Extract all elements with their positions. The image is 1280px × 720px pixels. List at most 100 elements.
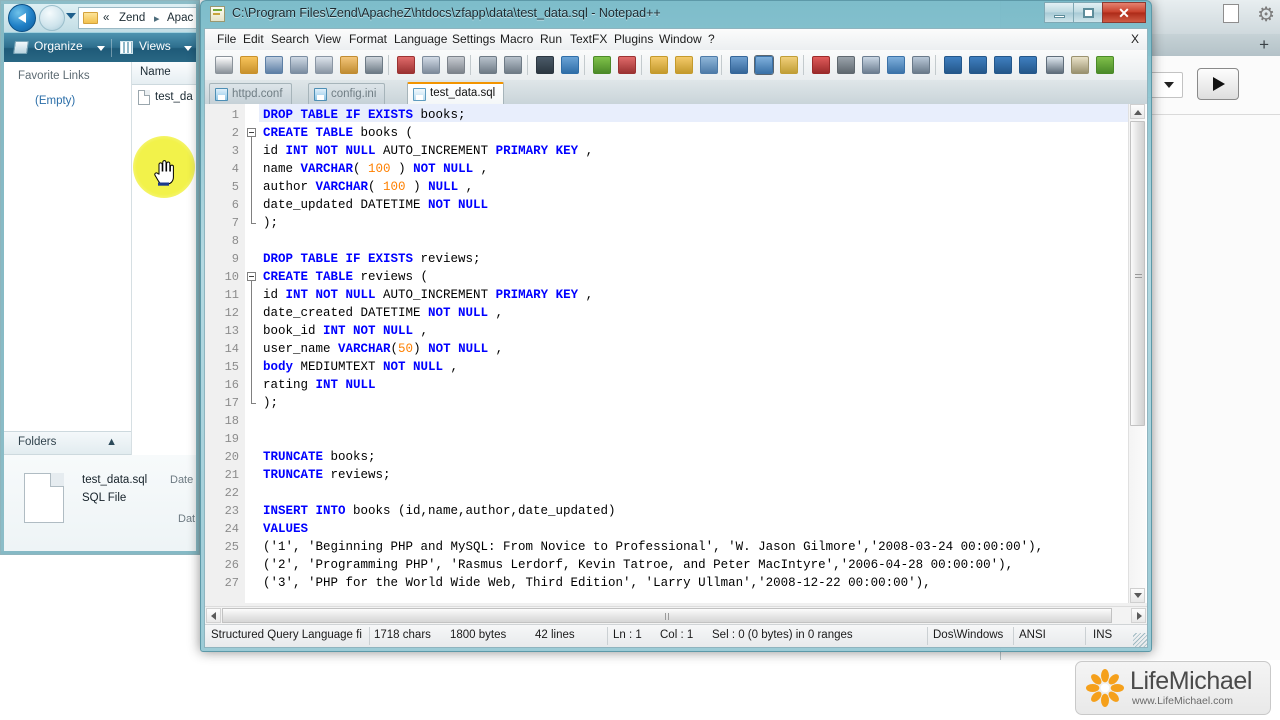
horizontal-scrollbar-thumb[interactable] — [222, 608, 1112, 623]
code-line[interactable]: CREATE TABLE reviews ( — [263, 268, 428, 286]
zoom-in-icon[interactable] — [593, 56, 611, 74]
undo-icon[interactable] — [479, 56, 497, 74]
address-bar[interactable]: « Zend ▸ Apac — [78, 7, 196, 29]
code-line[interactable]: date_updated DATETIME NOT NULL — [263, 196, 488, 214]
fold-collapse-icon[interactable] — [247, 128, 256, 137]
close-file-icon[interactable] — [315, 56, 333, 74]
code-line[interactable]: ('2', 'Programming PHP', 'Rasmus Lerdorf… — [263, 556, 1013, 574]
menubar[interactable]: File Edit Search View Format Language Settings… — [205, 29, 1147, 51]
code-line[interactable]: name VARCHAR( 100 ) NOT NULL , — [263, 160, 488, 178]
sync-horizontal-icon[interactable] — [675, 56, 693, 74]
chevron-up-icon[interactable]: ▲ — [106, 436, 117, 448]
new-tab-button[interactable]: + — [1259, 36, 1269, 54]
collapse-all-icon[interactable] — [944, 56, 962, 74]
code-line[interactable]: DROP TABLE IF EXISTS reviews; — [263, 250, 481, 268]
code-line[interactable]: rating INT NULL — [263, 376, 376, 394]
menu-item-language[interactable]: Language — [390, 32, 451, 46]
views-button[interactable]: Views — [139, 39, 171, 53]
gear-icon[interactable]: ⚙ — [1257, 2, 1275, 27]
horizontal-scrollbar[interactable] — [205, 606, 1147, 625]
menu-item-settings[interactable]: Settings — [448, 32, 499, 46]
notepad-plus-plus-window[interactable]: C:\Program Files\Zend\ApacheZ\htdocs\zfa… — [200, 0, 1152, 652]
scroll-right-button[interactable] — [1131, 608, 1146, 623]
zoom-out-icon[interactable] — [618, 56, 636, 74]
menu-item-run[interactable]: Run — [536, 32, 566, 46]
column-header-name[interactable]: Name — [140, 66, 171, 78]
record-macro-icon[interactable] — [812, 56, 830, 74]
vertical-scrollbar[interactable] — [1128, 104, 1146, 603]
scroll-left-button[interactable] — [206, 608, 221, 623]
code-line[interactable]: ); — [263, 214, 278, 232]
scroll-down-button[interactable] — [1130, 588, 1145, 603]
breadcrumb-zend[interactable]: Zend — [119, 12, 145, 24]
code-line[interactable]: book_id INT NOT NULL , — [263, 322, 428, 340]
minimize-button[interactable] — [1044, 2, 1073, 23]
play-button[interactable] — [1197, 68, 1239, 100]
window-resize-grip[interactable] — [1133, 633, 1147, 647]
maximize-button[interactable] — [1073, 2, 1102, 23]
code-line[interactable]: INSERT INTO books (id,name,author,date_u… — [263, 502, 616, 520]
windows-explorer-window[interactable]: « Zend ▸ Apac Organize Views Favorite Li… — [0, 0, 200, 555]
play-multiple-macro-icon[interactable] — [887, 56, 905, 74]
replace-icon[interactable] — [561, 56, 579, 74]
indent-guide-icon[interactable] — [755, 56, 773, 74]
organize-chevron-down-icon[interactable] — [97, 46, 105, 51]
redo-icon[interactable] — [504, 56, 522, 74]
menu-item-window[interactable]: Window — [655, 32, 706, 46]
menu-item-view[interactable]: View — [311, 32, 345, 46]
menu-item-macro[interactable]: Macro — [496, 32, 537, 46]
window-controls[interactable]: ✕ — [1044, 2, 1146, 23]
recent-pages-chevron-down-icon[interactable] — [66, 13, 76, 19]
collapse-level-icon[interactable] — [969, 56, 987, 74]
tab-test-data-sql[interactable]: test_data.sql — [407, 82, 505, 104]
save-all-icon[interactable] — [290, 56, 308, 74]
fold-collapse-icon[interactable] — [247, 272, 256, 281]
explorer-toolbar[interactable]: Organize Views — [4, 32, 196, 63]
code-line[interactable]: CREATE TABLE books ( — [263, 124, 413, 142]
save-icon[interactable] — [265, 56, 283, 74]
open-file-icon[interactable] — [240, 56, 258, 74]
forward-button[interactable] — [39, 5, 65, 31]
code-line[interactable]: VALUES — [263, 520, 308, 538]
code-line[interactable]: date_created DATETIME NOT NULL , — [263, 304, 503, 322]
copy-icon[interactable] — [422, 56, 440, 74]
vertical-scrollbar-thumb[interactable] — [1130, 121, 1145, 426]
menu-item-search[interactable]: Search — [267, 32, 313, 46]
cut-icon[interactable] — [397, 56, 415, 74]
save-macro-icon[interactable] — [912, 56, 930, 74]
run-console-icon[interactable] — [1046, 56, 1064, 74]
code-line[interactable]: DROP TABLE IF EXISTS books; — [263, 106, 466, 124]
menu-item-format[interactable]: Format — [345, 32, 391, 46]
code-line[interactable]: author VARCHAR( 100 ) NULL , — [263, 178, 473, 196]
menu-item-textfx[interactable]: TextFX — [566, 32, 611, 46]
tab-config-ini[interactable]: config.ini — [308, 83, 386, 104]
print-icon[interactable] — [365, 56, 383, 74]
code-line[interactable]: ('1', 'Beginning PHP and MySQL: From Nov… — [263, 538, 1043, 556]
code-line[interactable]: user_name VARCHAR(50) NOT NULL , — [263, 340, 503, 358]
code-line[interactable]: id INT NOT NULL AUTO_INCREMENT PRIMARY K… — [263, 142, 593, 160]
code-line[interactable]: TRUNCATE books; — [263, 448, 376, 466]
user-define-dialog-icon[interactable] — [780, 56, 798, 74]
file-list-column-header[interactable]: Name — [132, 62, 196, 85]
sync-vertical-icon[interactable] — [650, 56, 668, 74]
close-all-icon[interactable] — [340, 56, 358, 74]
paste-icon[interactable] — [447, 56, 465, 74]
breadcrumb-overflow[interactable]: « — [103, 12, 109, 24]
menu-item-edit[interactable]: Edit — [239, 32, 268, 46]
document-tabbar[interactable]: httpd.conf config.ini test_data.sql — [205, 80, 1147, 105]
folders-section-header[interactable]: Folders ▲ — [4, 431, 131, 455]
views-chevron-down-icon[interactable] — [184, 46, 192, 51]
document-map-icon[interactable] — [1071, 56, 1089, 74]
scroll-up-button[interactable] — [1130, 104, 1145, 119]
new-file-icon[interactable] — [215, 56, 233, 74]
close-document-button[interactable]: X — [1131, 32, 1139, 46]
find-icon[interactable] — [536, 56, 554, 74]
stop-macro-icon[interactable] — [837, 56, 855, 74]
organize-button[interactable]: Organize — [34, 39, 83, 53]
code-line[interactable]: ); — [263, 394, 278, 412]
menu-item-file[interactable]: File — [213, 32, 240, 46]
word-wrap-icon[interactable] — [700, 56, 718, 74]
code-editor[interactable]: 1 2 3 4 5 6 7 8 9 10 11 12 13 14 15 16 17 18 19 20 21 22 23 24 2… — [205, 104, 1147, 603]
tab-httpd-conf[interactable]: httpd.conf — [209, 83, 292, 104]
code-line[interactable]: TRUNCATE reviews; — [263, 466, 391, 484]
